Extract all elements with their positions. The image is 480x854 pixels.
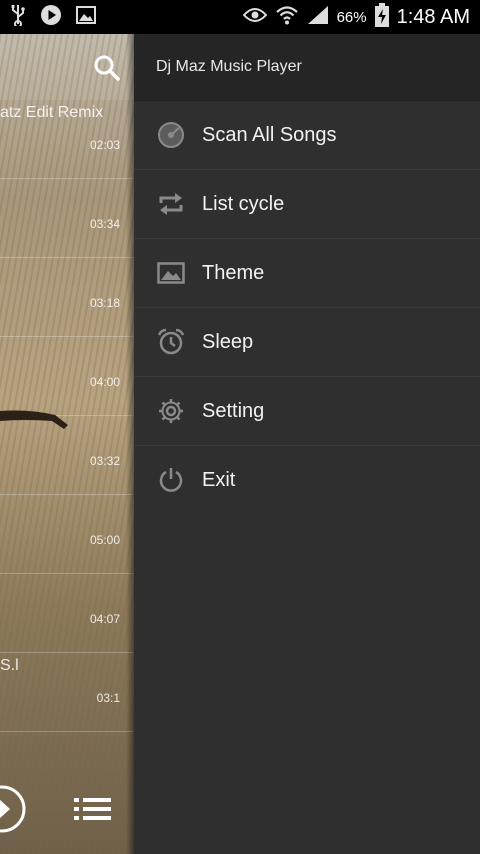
drawer-header: Dj Maz Music Player [134,34,480,101]
drawer-shadow [126,34,134,854]
menu-item-label: Scan All Songs [202,123,337,146]
song-title: atz Edit Remix [0,104,104,121]
playlist-icon[interactable] [74,796,112,831]
signal-icon [307,5,329,30]
menu-item-label: Setting [202,399,265,422]
song-duration: 03:1 [96,691,120,705]
menu-item-label: Exit [202,468,236,491]
list-item[interactable]: 03:18 [0,258,134,337]
repeat-icon [154,187,188,221]
wifi-icon [275,5,299,30]
list-item[interactable]: S.l 03:1 [0,653,134,732]
menu-item-list-cycle[interactable]: List cycle [134,170,480,239]
eye-icon [242,7,267,28]
menu-item-label: List cycle [202,192,285,215]
list-item[interactable]: 03:34 [0,179,134,258]
search-icon[interactable] [93,54,121,82]
list-item[interactable]: atz Edit Remix 02:03 [0,100,134,179]
menu-item-exit[interactable]: Exit [134,446,480,514]
play-pause-icon[interactable] [0,782,28,841]
song-duration: 02:03 [89,138,120,152]
app-title: Dj Maz Music Player [156,58,302,75]
menu-item-sleep[interactable]: Sleep [134,308,480,377]
menu-item-setting[interactable]: Setting [134,377,480,446]
power-icon [154,463,188,497]
song-duration: 05:00 [89,533,120,547]
menu-item-theme[interactable]: Theme [134,239,480,308]
player-controls [0,770,134,854]
usb-icon [10,4,26,31]
image-icon [154,256,188,290]
disc-icon [154,118,188,152]
song-duration: 04:07 [89,612,120,626]
song-title: S.l [0,657,19,674]
alarm-clock-icon [154,325,188,359]
status-bar: 66% 1:48 AM [0,0,480,34]
song-duration: 03:34 [89,217,120,231]
image-icon [76,5,96,29]
battery-charging-icon [374,2,389,32]
play-icon [40,4,62,31]
menu-item-scan-all-songs[interactable]: Scan All Songs [134,101,480,170]
menu-item-label: Theme [202,261,265,284]
battery-percent: 66% [336,8,367,26]
menu-item-label: Sleep [202,330,254,353]
gear-icon [154,394,188,428]
navigation-drawer: Dj Maz Music Player Scan All Songs List … [134,34,480,854]
list-item[interactable]: 05:00 [0,495,134,574]
clock: 1:48 AM [396,5,470,28]
song-duration: 03:32 [89,454,120,468]
list-item[interactable]: 04:07 [0,574,134,653]
song-list-background: atz Edit Remix 02:03 03:34 03:18 04:00 0… [0,34,134,854]
song-duration: 04:00 [89,375,120,389]
background-figure [0,399,70,435]
song-duration: 03:18 [89,296,120,310]
